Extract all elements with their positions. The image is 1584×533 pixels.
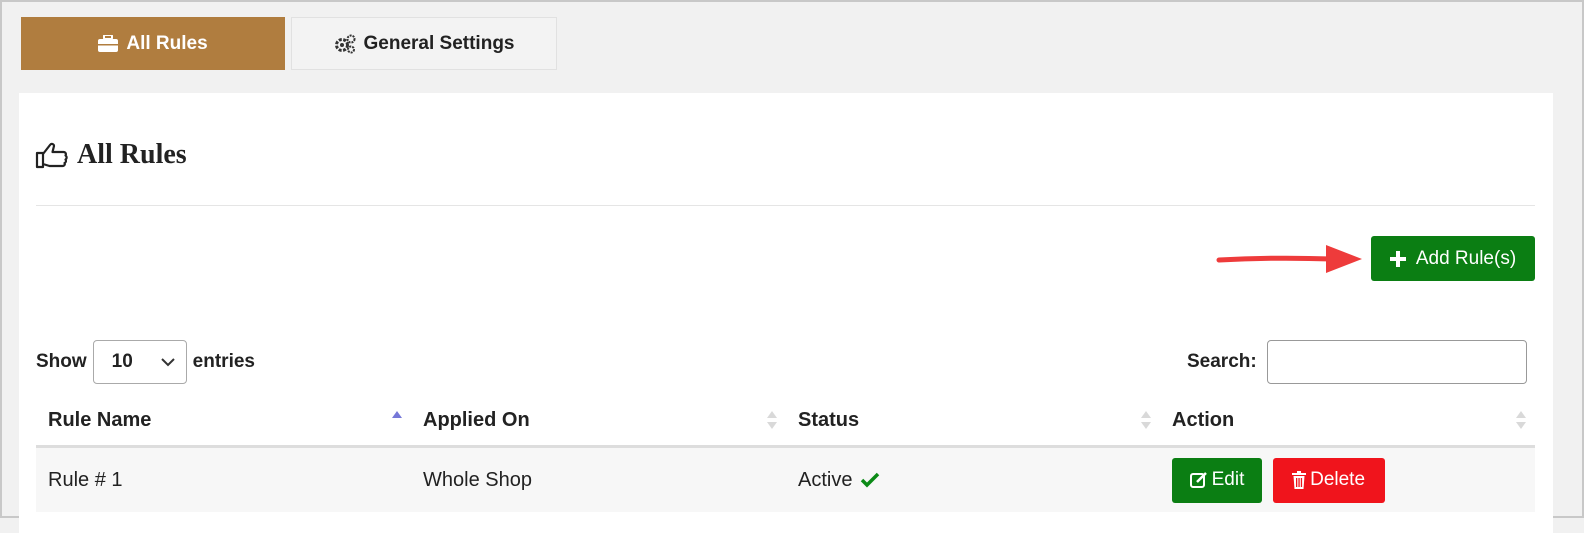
page-title: All Rules (77, 139, 187, 170)
rules-table: Rule Name Applied On Status Action Rule … (36, 396, 1535, 512)
show-label: Show (36, 351, 87, 372)
table-header-row: Rule Name Applied On Status Action (36, 396, 1535, 448)
plus-icon (1389, 250, 1406, 267)
search-control: Search: (1187, 340, 1527, 384)
column-header-label: Action (1172, 409, 1235, 431)
thumbs-up-icon (35, 142, 68, 169)
edit-label: Edit (1211, 469, 1245, 490)
sort-both-icon (1141, 411, 1151, 429)
status-cell: Active (786, 446, 1160, 512)
search-label: Search: (1187, 351, 1257, 372)
rules-panel: All Rules Add Rule(s) Show 10 entries Se… (19, 93, 1553, 533)
sort-both-icon (767, 411, 777, 429)
briefcase-icon (98, 35, 119, 52)
delete-button[interactable]: Delete (1272, 457, 1385, 503)
tab-bar: All Rules General Settings (21, 17, 557, 70)
check-icon (861, 472, 880, 488)
add-rules-label: Add Rule(s) (1415, 247, 1517, 269)
delete-label: Delete (1310, 469, 1366, 490)
entries-length-control: Show 10 entries (36, 340, 255, 384)
column-header-status[interactable]: Status (786, 396, 1160, 448)
column-header-label: Rule Name (48, 409, 152, 431)
title-divider (36, 205, 1535, 206)
tab-all-rules-label: All Rules (126, 32, 208, 54)
column-header-rule-name[interactable]: Rule Name (36, 396, 411, 448)
tab-general-settings[interactable]: General Settings (291, 17, 557, 70)
entries-select[interactable]: 10 (92, 340, 187, 384)
sort-both-icon (1516, 411, 1526, 429)
entries-select-value: 10 (111, 351, 133, 372)
page-title-row: All Rules (35, 139, 187, 171)
table-row: Rule # 1 Whole Shop Active Edit Delete (36, 446, 1535, 512)
column-header-action[interactable]: Action (1160, 396, 1535, 448)
column-header-label: Applied On (423, 409, 530, 431)
add-rules-button[interactable]: Add Rule(s) (1371, 236, 1535, 281)
entries-label: entries (192, 351, 255, 372)
action-cell: Edit Delete (1160, 446, 1535, 512)
search-input[interactable] (1266, 340, 1527, 384)
gears-icon (334, 34, 355, 53)
rule-name-cell: Rule # 1 (36, 446, 411, 512)
tab-all-rules[interactable]: All Rules (21, 17, 285, 70)
edit-icon (1189, 472, 1207, 488)
tab-general-settings-label: General Settings (363, 32, 515, 54)
annotation-arrow-icon (1216, 245, 1362, 273)
sort-ascending-icon (392, 411, 402, 418)
edit-button[interactable]: Edit (1172, 457, 1262, 503)
column-header-label: Status (798, 409, 860, 431)
column-header-applied-on[interactable]: Applied On (411, 396, 786, 448)
status-text: Active (798, 468, 853, 491)
chevron-down-icon (160, 358, 175, 367)
trash-icon (1292, 471, 1307, 489)
applied-on-cell: Whole Shop (411, 446, 786, 512)
